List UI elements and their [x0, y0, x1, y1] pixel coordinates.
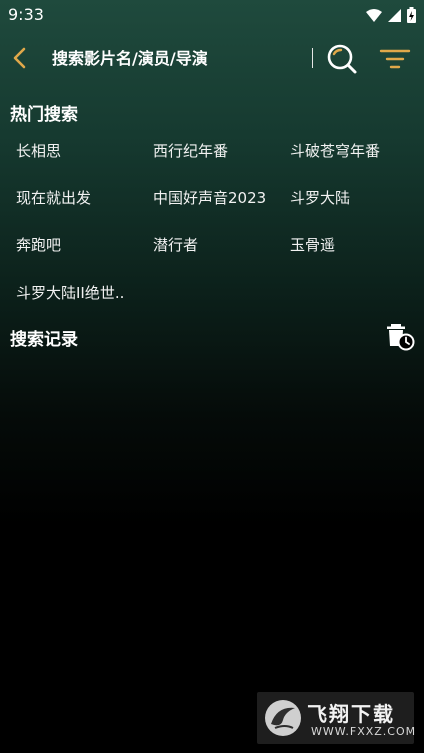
status-icons [366, 7, 416, 23]
hot-search-item[interactable]: 斗破苍穹年番 [290, 140, 380, 161]
hot-search-item[interactable]: 斗罗大陆II绝世.. [16, 282, 124, 303]
hot-search-item[interactable]: 潜行者 [153, 234, 198, 255]
hot-search-item[interactable]: 玉骨遥 [290, 234, 335, 255]
filter-icon [379, 49, 411, 69]
hot-search-item[interactable]: 长相思 [16, 140, 61, 161]
trash-clock-icon [387, 324, 415, 351]
search-header [0, 36, 424, 80]
header-divider [312, 48, 313, 68]
signal-icon [388, 8, 401, 22]
hot-search-title: 热门搜索 [10, 105, 78, 125]
hot-search-item[interactable]: 现在就出发 [16, 187, 91, 208]
filter-button[interactable] [379, 48, 411, 72]
back-button[interactable] [8, 44, 30, 72]
search-history-title: 搜索记录 [10, 330, 78, 350]
watermark-url: WWW.FXXZ.COM [311, 725, 417, 738]
hot-search-item[interactable]: 斗罗大陆 [290, 187, 350, 208]
status-time: 9:33 [8, 5, 44, 24]
hot-search-item[interactable]: 中国好声音2023 [153, 187, 266, 208]
search-icon [327, 44, 357, 74]
watermark-title: 飞翔下载 [307, 702, 395, 726]
watermark: 飞翔下载 WWW.FXXZ.COM [257, 692, 417, 744]
wifi-icon [366, 8, 382, 22]
search-input[interactable] [52, 46, 302, 70]
battery-icon [407, 7, 416, 23]
search-button[interactable] [326, 43, 358, 75]
clear-history-button[interactable] [386, 322, 416, 352]
hot-search-item[interactable]: 奔跑吧 [16, 234, 61, 255]
chevron-left-icon [13, 47, 26, 69]
fxxz-logo-icon [265, 700, 301, 736]
status-bar: 9:33 [0, 0, 424, 30]
hot-search-item[interactable]: 西行纪年番 [153, 140, 228, 161]
